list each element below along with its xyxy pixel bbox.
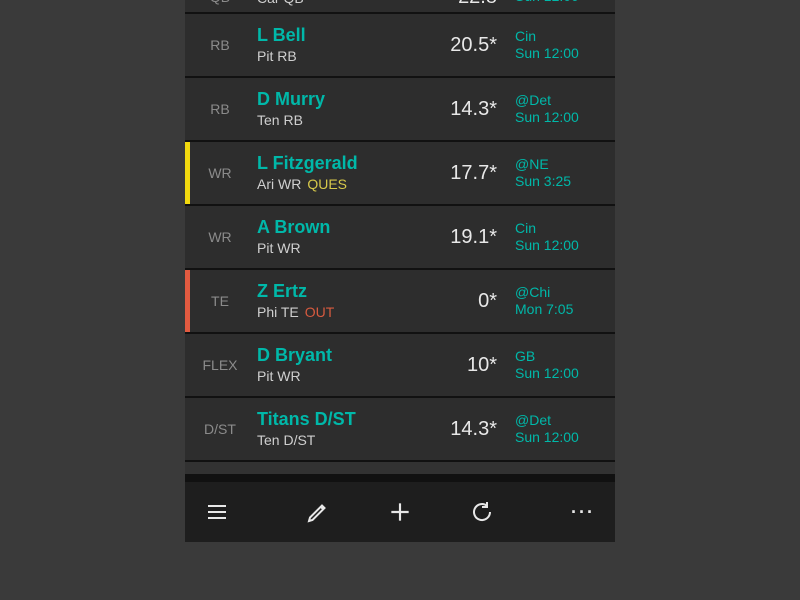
player-team-pos: Ari WR bbox=[257, 176, 301, 192]
projection: 20.5* bbox=[435, 34, 515, 57]
position-slot: RB bbox=[185, 37, 255, 53]
projection: 14.3* bbox=[435, 418, 515, 441]
game-info: GBSun 12:00 bbox=[515, 348, 615, 383]
opponent: Cin bbox=[515, 28, 615, 46]
opponent: @NE bbox=[515, 156, 615, 174]
more-icon[interactable]: ··· bbox=[569, 498, 597, 526]
phone-frame: QBCar QB22.8Sun 12:00RBL BellPit RB20.5*… bbox=[185, 0, 615, 542]
add-icon[interactable] bbox=[386, 498, 414, 526]
player-status: QUES bbox=[307, 176, 347, 192]
position-slot: TE bbox=[185, 293, 255, 309]
roster-list: QBCar QB22.8Sun 12:00RBL BellPit RB20.5*… bbox=[185, 0, 615, 482]
player-team-pos: Pit WR bbox=[257, 240, 301, 256]
player-sub: Pit WR bbox=[257, 240, 435, 256]
roster-row[interactable]: WRL Fitzgerald Ari WR QUES 17.7*@NESun 3:25 bbox=[185, 142, 615, 204]
game-info: @ChiMon 7:05 bbox=[515, 284, 615, 319]
player-sub: Ten D/ST bbox=[257, 432, 435, 448]
player-sub: Ten RB bbox=[257, 112, 435, 128]
player-sub: Pit RB bbox=[257, 48, 435, 64]
opponent: GB bbox=[515, 348, 615, 366]
status-stripe bbox=[185, 270, 190, 332]
game-time: Sun 12:00 bbox=[515, 109, 615, 127]
bottom-toolbar: ··· bbox=[185, 482, 615, 542]
position-slot: FLEX bbox=[185, 357, 255, 373]
game-info: @NESun 3:25 bbox=[515, 156, 615, 191]
player-sub: Pit WR bbox=[257, 368, 435, 384]
player-name: Z Ertz bbox=[257, 282, 435, 302]
player-main: A Brown Pit WR bbox=[255, 218, 435, 256]
position-slot: WR bbox=[185, 229, 255, 245]
player-team-pos: Ten RB bbox=[257, 112, 303, 128]
spacer bbox=[185, 462, 615, 474]
projection: 14.3* bbox=[435, 98, 515, 121]
player-main: D Murry Ten RB bbox=[255, 90, 435, 128]
player-main: L Bell Pit RB bbox=[255, 26, 435, 64]
edit-icon[interactable] bbox=[304, 498, 332, 526]
opponent: @Det bbox=[515, 412, 615, 430]
game-time: Sun 12:00 bbox=[515, 365, 615, 383]
player-name: L Fitzgerald bbox=[257, 154, 435, 174]
player-name: D Bryant bbox=[257, 346, 435, 366]
position-slot: WR bbox=[185, 165, 255, 181]
player-team-pos: Ten D/ST bbox=[257, 432, 315, 448]
roster-row[interactable]: RBD Murry Ten RB 14.3*@DetSun 12:00 bbox=[185, 78, 615, 140]
position-slot: QB bbox=[185, 0, 255, 5]
player-name: D Murry bbox=[257, 90, 435, 110]
game-time: Sun 3:25 bbox=[515, 173, 615, 191]
hamburger-icon[interactable] bbox=[203, 498, 231, 526]
opponent: @Det bbox=[515, 92, 615, 110]
projection: 17.7* bbox=[435, 162, 515, 185]
game-info: CinSun 12:00 bbox=[515, 220, 615, 255]
projection: 19.1* bbox=[435, 226, 515, 249]
roster-row[interactable]: FLEXD Bryant Pit WR 10*GBSun 12:00 bbox=[185, 334, 615, 396]
game-info: CinSun 12:00 bbox=[515, 28, 615, 63]
player-team-pos: Pit RB bbox=[257, 48, 297, 64]
player-status: OUT bbox=[305, 304, 335, 320]
game-time: Sun 12:00 bbox=[515, 0, 615, 6]
player-sub: Phi TE OUT bbox=[257, 304, 435, 320]
player-main: Titans D/ST Ten D/ST bbox=[255, 410, 435, 448]
player-sub: Ari WR QUES bbox=[257, 176, 435, 192]
player-sub: Car QB bbox=[257, 0, 435, 6]
projection: 10* bbox=[435, 354, 515, 377]
projection: 22.8 bbox=[435, 0, 515, 9]
refresh-icon[interactable] bbox=[468, 498, 496, 526]
roster-row[interactable]: D/STTitans D/ST Ten D/ST 14.3*@DetSun 12:0… bbox=[185, 398, 615, 460]
player-main: Car QB bbox=[255, 0, 435, 6]
position-slot: D/ST bbox=[185, 421, 255, 437]
player-team-pos: Car QB bbox=[257, 0, 304, 6]
game-info: Sun 12:00 bbox=[515, 0, 615, 6]
game-time: Sun 12:00 bbox=[515, 237, 615, 255]
player-main: L Fitzgerald Ari WR QUES bbox=[255, 154, 435, 192]
roster-row[interactable]: RBL Bell Pit RB 20.5*CinSun 12:00 bbox=[185, 14, 615, 76]
player-team-pos: Pit WR bbox=[257, 368, 301, 384]
position-slot: RB bbox=[185, 101, 255, 117]
player-main: Z Ertz Phi TE OUT bbox=[255, 282, 435, 320]
game-time: Mon 7:05 bbox=[515, 301, 615, 319]
status-stripe bbox=[185, 142, 190, 204]
player-name: Titans D/ST bbox=[257, 410, 435, 430]
opponent: Cin bbox=[515, 220, 615, 238]
game-info: @DetSun 12:00 bbox=[515, 92, 615, 127]
player-name: L Bell bbox=[257, 26, 435, 46]
player-name: A Brown bbox=[257, 218, 435, 238]
roster-row[interactable]: QBCar QB 22.8Sun 12:00 bbox=[185, 0, 615, 12]
player-team-pos: Phi TE bbox=[257, 304, 299, 320]
game-time: Sun 12:00 bbox=[515, 45, 615, 63]
projection: 0* bbox=[435, 290, 515, 313]
player-main: D Bryant Pit WR bbox=[255, 346, 435, 384]
roster-row[interactable]: WRA Brown Pit WR 19.1*CinSun 12:00 bbox=[185, 206, 615, 268]
roster-row[interactable]: TEZ Ertz Phi TE OUT 0*@ChiMon 7:05 bbox=[185, 270, 615, 332]
game-time: Sun 12:00 bbox=[515, 429, 615, 447]
opponent: @Chi bbox=[515, 284, 615, 302]
game-info: @DetSun 12:00 bbox=[515, 412, 615, 447]
